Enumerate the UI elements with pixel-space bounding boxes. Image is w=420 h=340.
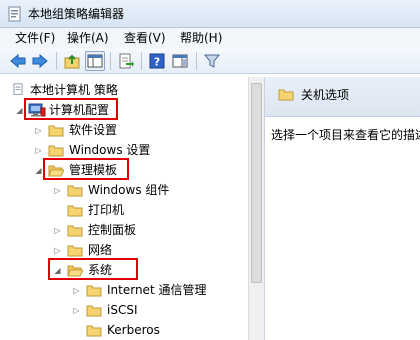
highlight-box	[48, 258, 138, 280]
folder-icon	[67, 245, 83, 257]
toolbar-separator	[56, 52, 57, 70]
tree-label-kerberos: Kerberos	[107, 323, 160, 337]
export-list-button[interactable]	[116, 51, 136, 71]
tree-node-internet-comm[interactable]: ▷ Internet 通信管理	[0, 281, 245, 299]
tree-node-printers[interactable]: 打印机	[0, 201, 245, 219]
export-list-icon	[119, 53, 134, 69]
folder-icon	[86, 325, 102, 337]
tree-node-software-settings[interactable]: ▷ 软件设置	[0, 121, 245, 139]
tree-node-windows-components[interactable]: ▷ Windows 组件	[0, 181, 245, 199]
toolbar-separator	[141, 52, 142, 70]
show-hide-action-pane-icon	[172, 54, 188, 68]
tree-pane[interactable]: 本地计算机 策略 ◢ 计算机配置 ▷ 软件设置 ▷ Windows 设置 ◢ 管…	[0, 77, 265, 340]
tree-label-printers: 打印机	[88, 203, 125, 217]
toolbar-separator	[110, 52, 111, 70]
folder-icon	[48, 145, 64, 157]
tree-node-control-panel[interactable]: ▷ 控制面板	[0, 221, 245, 239]
details-title: 关机选项	[301, 88, 350, 102]
tree-node-kerberos[interactable]: Kerberos	[0, 321, 245, 339]
tree-scrollbar[interactable]	[248, 77, 264, 340]
collapsed-arrow-icon[interactable]: ▷	[53, 226, 62, 235]
details-description: 选择一个项目来查看它的描述。	[271, 128, 420, 142]
menu-bar: 文件(F) 操作(A) 查看(V) 帮助(H)	[0, 28, 420, 48]
collapsed-arrow-icon[interactable]: ▷	[53, 186, 62, 195]
show-hide-action-pane-button[interactable]	[170, 51, 190, 71]
tree-node-root[interactable]: 本地计算机 策略	[0, 81, 245, 99]
help-icon: ?	[149, 53, 165, 69]
tree-label-network: 网络	[88, 243, 113, 257]
up-folder-button[interactable]	[62, 51, 82, 71]
tree-label-internet-comm: Internet 通信管理	[107, 283, 207, 297]
up-folder-icon	[64, 54, 80, 69]
forward-button[interactable]	[30, 51, 50, 71]
svg-text:?: ?	[154, 56, 160, 69]
collapsed-arrow-icon[interactable]: ▷	[34, 126, 43, 135]
highlight-box	[43, 158, 129, 180]
tree-label-windows-components: Windows 组件	[88, 183, 170, 197]
folder-icon	[48, 125, 64, 137]
folder-icon	[86, 285, 102, 297]
toolbar-separator	[196, 52, 197, 70]
policy-document-icon	[13, 83, 23, 95]
tree-label-control-panel: 控制面板	[88, 223, 137, 237]
folder-icon	[67, 185, 83, 197]
back-icon	[10, 54, 26, 68]
filter-icon	[204, 54, 220, 68]
menu-action[interactable]: 操作(A)	[66, 30, 110, 46]
folder-icon	[67, 205, 83, 217]
tree-label-software-settings: 软件设置	[69, 123, 118, 137]
folder-icon	[67, 225, 83, 237]
tree-node-iscsi[interactable]: ▷ iSCSI	[0, 301, 245, 319]
help-button[interactable]: ?	[147, 51, 167, 71]
menu-view[interactable]: 查看(V)	[123, 30, 167, 46]
expanded-arrow-icon[interactable]: ◢	[15, 106, 24, 115]
filter-button[interactable]	[202, 51, 222, 71]
collapsed-arrow-icon[interactable]: ▷	[72, 306, 81, 315]
tree-label-iscsi: iSCSI	[107, 303, 138, 317]
collapsed-arrow-icon[interactable]: ▷	[34, 146, 43, 155]
toolbar: ?	[0, 48, 420, 74]
forward-icon	[32, 54, 48, 68]
tree-label-root: 本地计算机 策略	[30, 83, 118, 97]
policy-editor-icon	[8, 6, 21, 22]
tree-node-network[interactable]: ▷ 网络	[0, 241, 245, 259]
folder-icon	[278, 89, 294, 101]
expanded-arrow-icon[interactable]: ◢	[34, 166, 43, 175]
show-hide-tree-icon	[87, 54, 103, 68]
collapsed-arrow-icon[interactable]: ▷	[72, 286, 81, 295]
tree-label-windows-settings: Windows 设置	[69, 143, 151, 157]
title-bar: 本地组策略编辑器	[0, 0, 420, 28]
details-pane: 关机选项 选择一个项目来查看它的描述。	[265, 77, 420, 340]
details-header: 关机选项	[265, 77, 420, 117]
highlight-box	[24, 98, 118, 120]
menu-file[interactable]: 文件(F)	[14, 30, 56, 46]
collapsed-arrow-icon[interactable]: ▷	[53, 246, 62, 255]
scrollbar-thumb[interactable]	[251, 83, 262, 283]
show-hide-tree-button[interactable]	[85, 51, 105, 71]
window-title: 本地组策略编辑器	[28, 7, 125, 21]
folder-icon	[86, 305, 102, 317]
tree-node-windows-settings[interactable]: ▷ Windows 设置	[0, 141, 245, 159]
back-button[interactable]	[8, 51, 28, 71]
menu-help[interactable]: 帮助(H)	[179, 30, 223, 46]
